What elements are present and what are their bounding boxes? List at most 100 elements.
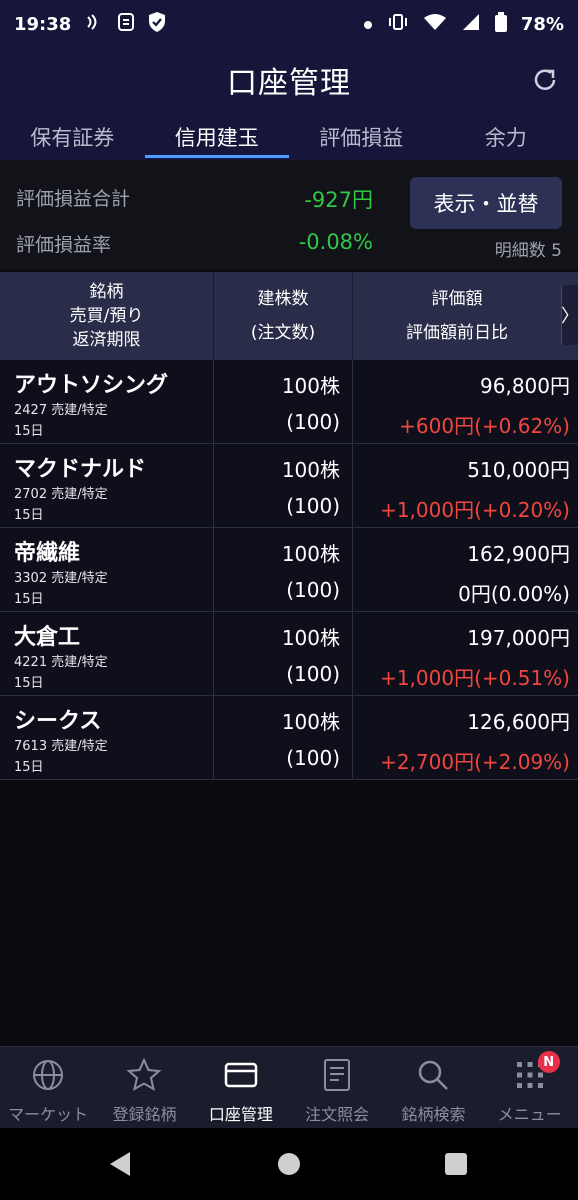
nav-orders[interactable]: 注文照会: [289, 1047, 385, 1128]
stock-cell: アウトソシング 2427 売建/特定 15日: [0, 360, 214, 443]
order-quantity: (100): [286, 662, 340, 686]
quantity-cell: 100株 (100): [214, 696, 353, 779]
table-row[interactable]: 大倉工 4221 売建/特定 15日 100株 (100) 197,000円 +1,000円…: [0, 612, 578, 696]
stock-name: マクドナルド: [14, 457, 147, 482]
shield-check-icon: [147, 11, 167, 37]
position-quantity: 100株: [281, 458, 340, 482]
stock-code-trade-type: 4221 売建/特定: [14, 655, 108, 670]
stock-cell: 帝繊維 3302 売建/特定 15日: [0, 528, 214, 611]
nav-stock-search[interactable]: 銘柄検索: [385, 1047, 481, 1128]
table-row[interactable]: アウトソシング 2427 売建/特定 15日 100株 (100) 96,800円 +600…: [0, 360, 578, 444]
order-quantity: (100): [286, 410, 340, 434]
tab-holdings[interactable]: 保有証券: [0, 112, 145, 160]
app-notification-icon: [117, 12, 135, 36]
repayment-deadline: 15日: [14, 424, 44, 439]
pl-rate-label: 評価損益率: [16, 234, 112, 256]
battery-percent: 78%: [520, 13, 564, 35]
globe-icon: [33, 1060, 64, 1090]
recent-apps-icon[interactable]: [445, 1153, 467, 1175]
stock-cell: 大倉工 4221 売建/特定 15日: [0, 612, 214, 695]
stock-name: 大倉工: [14, 625, 81, 650]
system-navigation-bar: [0, 1128, 578, 1200]
repayment-deadline: 15日: [14, 592, 44, 607]
star-icon: [127, 1057, 162, 1092]
signal-icon: [461, 13, 481, 35]
repayment-deadline: 15日: [14, 508, 44, 523]
total-pl-label: 評価損益合計: [16, 188, 131, 210]
nfc-icon: [85, 13, 105, 35]
stock-name: シークス: [14, 709, 102, 734]
valuation-cell: 197,000円 +1,000円(+0.51%): [353, 612, 578, 695]
table-row[interactable]: シークス 7613 売建/特定 15日 100株 (100) 126,600円 +2,700…: [0, 696, 578, 780]
detail-count: 明細数 5: [494, 241, 562, 261]
quantity-cell: 100株 (100): [214, 612, 353, 695]
stock-cell: マクドナルド 2702 売建/特定 15日: [0, 444, 214, 527]
position-quantity: 100株: [281, 542, 340, 566]
stock-code-trade-type: 2427 売建/特定: [14, 403, 108, 418]
dot-icon: [363, 15, 373, 34]
stock-code-trade-type: 2702 売建/特定: [14, 487, 108, 502]
tab-profit-loss[interactable]: 評価損益: [289, 112, 434, 160]
nav-market[interactable]: マーケット: [0, 1047, 96, 1128]
back-icon[interactable]: [110, 1152, 130, 1176]
valuation-cell: 96,800円 +600円(+0.62%): [353, 360, 578, 443]
quantity-cell: 100株 (100): [214, 528, 353, 611]
valuation-amount: 162,900円: [467, 542, 570, 566]
order-quantity: (100): [286, 578, 340, 602]
page-title: 口座管理: [227, 66, 351, 101]
valuation-amount: 510,000円: [467, 458, 570, 482]
table-row[interactable]: マクドナルド 2702 売建/特定 15日 100株 (100) 510,000円 +1,0…: [0, 444, 578, 528]
status-bar: 19:38 78%: [0, 0, 578, 48]
pl-rate-value: -0.08%: [298, 230, 373, 254]
scroll-right-chevron-icon[interactable]: 〉: [561, 285, 578, 345]
nav-watchlist[interactable]: 登録銘柄: [96, 1047, 192, 1128]
table-row[interactable]: 帝繊維 3302 売建/特定 15日 100株 (100) 162,900円 0円(0.00…: [0, 528, 578, 612]
repayment-deadline: 15日: [14, 760, 44, 775]
wifi-icon: [423, 13, 447, 35]
valuation-change: +1,000円(+0.51%): [380, 666, 570, 690]
valuation-cell: 162,900円 0円(0.00%): [353, 528, 578, 611]
bottom-navigation: マーケット 登録銘柄 口座管理 注文照会 銘柄検索 N メニュー: [0, 1046, 578, 1128]
column-header-stock: 銘柄 売買/預り 返済期限: [0, 272, 214, 360]
home-icon[interactable]: [278, 1153, 300, 1175]
status-time: 19:38: [14, 13, 72, 35]
display-sort-button[interactable]: 表示・並替: [410, 177, 562, 229]
stock-code-trade-type: 3302 売建/特定: [14, 571, 108, 586]
tab-bar: 保有証券 信用建玉 評価損益 余力: [0, 112, 578, 160]
nav-account[interactable]: 口座管理: [193, 1047, 289, 1128]
quantity-cell: 100株 (100): [214, 360, 353, 443]
repayment-deadline: 15日: [14, 676, 44, 691]
nav-menu[interactable]: N メニュー: [482, 1047, 578, 1128]
tab-margin-positions[interactable]: 信用建玉: [144, 112, 290, 160]
card-icon: [224, 1062, 258, 1088]
stock-name: 帝繊維: [14, 541, 81, 566]
vibrate-icon: [387, 13, 409, 35]
table-header: 銘柄 売買/預り 返済期限 建株数 (注文数) 評価額 評価額前日比 〉: [0, 272, 578, 360]
summary-panel: 評価損益合計 -927円 評価損益率 -0.08% 表示・並替 明細数 5: [0, 160, 578, 270]
quantity-cell: 100株 (100): [214, 444, 353, 527]
tab-buying-power[interactable]: 余力: [434, 112, 578, 160]
document-icon: [324, 1059, 351, 1091]
battery-icon: [494, 12, 507, 36]
stock-cell: シークス 7613 売建/特定 15日: [0, 696, 214, 779]
order-quantity: (100): [286, 494, 340, 518]
search-icon: [419, 1060, 449, 1090]
positions-table: アウトソシング 2427 売建/特定 15日 100株 (100) 96,800円 +600…: [0, 360, 578, 780]
order-quantity: (100): [286, 746, 340, 770]
valuation-amount: 197,000円: [467, 626, 570, 650]
valuation-amount: 126,600円: [467, 710, 570, 734]
valuation-cell: 126,600円 +2,700円(+2.09%): [353, 696, 578, 779]
position-quantity: 100株: [281, 626, 340, 650]
position-quantity: 100株: [281, 710, 340, 734]
refresh-icon[interactable]: [530, 65, 560, 95]
valuation-change: +1,000円(+0.20%): [380, 498, 570, 522]
total-pl-value: -927円: [304, 188, 373, 212]
column-header-quantity: 建株数 (注文数): [214, 272, 353, 360]
app-header: 口座管理: [0, 48, 578, 112]
stock-name: アウトソシング: [14, 373, 169, 398]
stock-code-trade-type: 7613 売建/特定: [14, 739, 108, 754]
column-header-valuation: 評価額 評価額前日比: [406, 289, 508, 343]
valuation-change: +2,700円(+2.09%): [380, 750, 570, 774]
valuation-change: +600円(+0.62%): [399, 414, 570, 438]
valuation-cell: 510,000円 +1,000円(+0.20%): [353, 444, 578, 527]
